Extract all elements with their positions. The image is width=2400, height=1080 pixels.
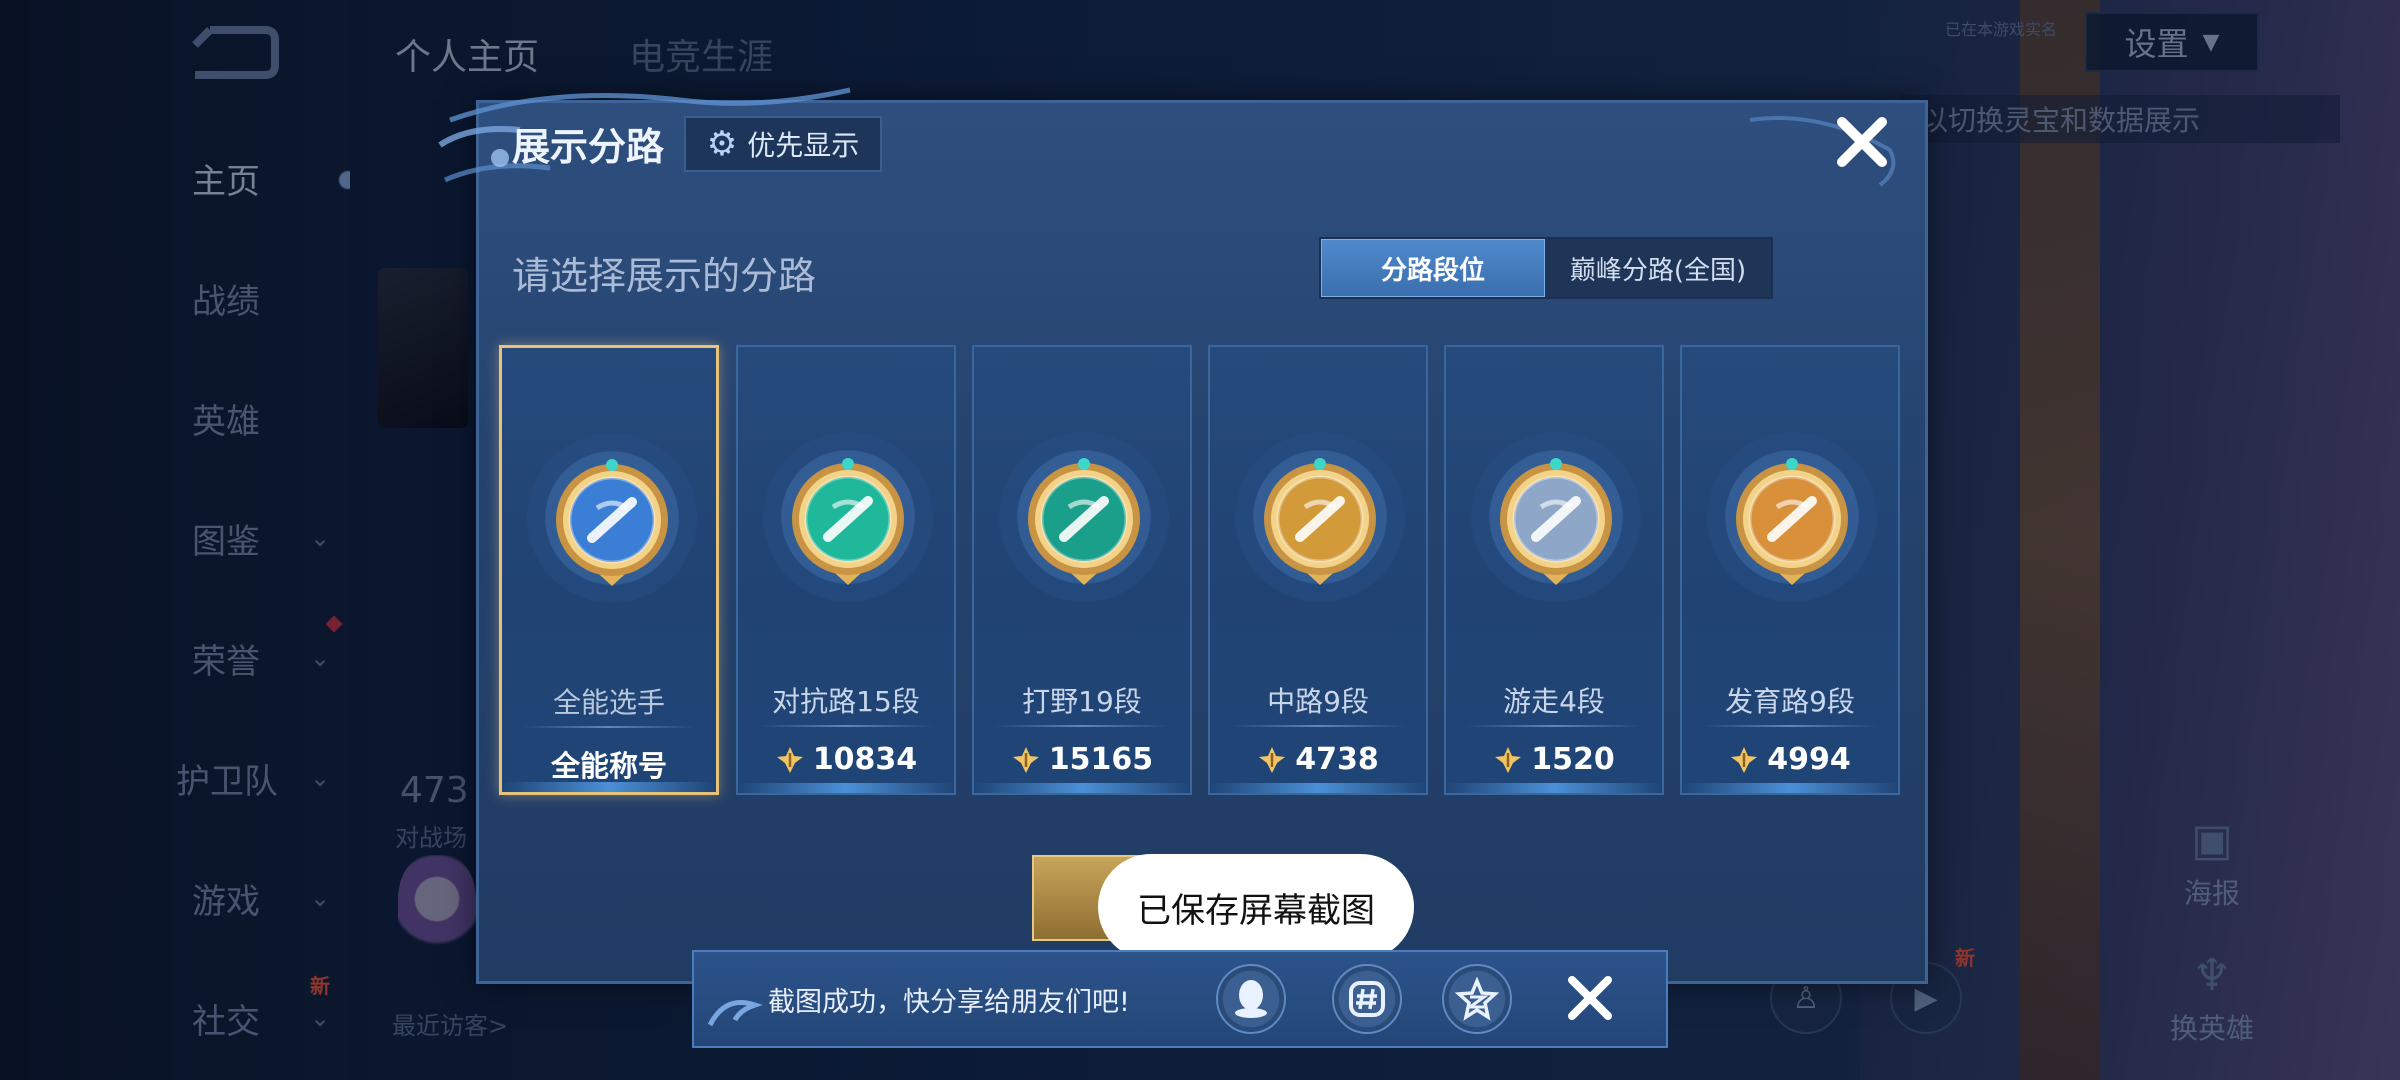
gear-icon: ⚙ [706,124,738,164]
modal-title: 展示分路 [512,125,665,169]
moments-share-button[interactable] [1332,964,1402,1034]
qq-icon [1235,980,1267,1018]
close-button[interactable] [1830,110,1894,174]
lane-name: 游走4段 [1503,685,1605,718]
lane-name: 打野19段 [1022,685,1142,718]
card-glow [974,783,1190,793]
lane-score: 1520 [1446,742,1662,777]
qzone-share-button[interactable] [1442,964,1512,1034]
lane-score-value: 4738 [1295,742,1379,777]
farm-lane-icon [1736,458,1848,585]
clash-lane-icon [792,458,904,585]
lane-score: 10834 [738,742,954,777]
card-separator [1702,725,1878,727]
power-flame-icon [776,746,803,773]
card-glow [738,783,954,793]
share-swirl-decoration [707,1000,763,1027]
power-flame-icon [1495,746,1522,773]
lane-name: 对抗路15段 [772,685,920,718]
wechat-moments-icon [1349,981,1385,1017]
lane-score-value: 4994 [1767,742,1851,777]
card-separator [1466,725,1642,727]
card-separator [994,725,1170,727]
lane-name: 发育路9段 [1725,685,1855,718]
power-flame-icon [1731,746,1758,773]
card-glow [1446,783,1662,793]
qzone-icon [1455,977,1499,1021]
lane-name: 中路9段 [1267,685,1369,718]
lane-mode-toggle: 分路段位 巅峰分路(全国) [1319,237,1773,299]
select-prompt: 请选择展示的分路 [512,254,817,298]
lane-score: 4994 [1682,742,1898,777]
lane-name: 全能选手 [552,686,665,719]
screenshot-saved-toast: 已保存屏幕截图 [1098,854,1414,960]
lane-card[interactable]: 游走4段 1520 [1444,345,1664,795]
mid-lane-icon [1264,458,1376,585]
lane-card[interactable]: 发育路9段 4994 [1680,345,1900,795]
share-close-button[interactable] [1560,968,1620,1028]
close-icon [1568,976,1612,1020]
lane-card[interactable]: 对抗路15段 10834 [736,345,956,795]
lane-score-value: 1520 [1531,742,1615,777]
card-separator [1230,725,1406,727]
lane-score-value: 10834 [812,742,918,777]
roam-icon [1500,458,1612,585]
lane-card[interactable]: 打野19段 15165 [972,345,1192,795]
lane-card[interactable]: 全能选手 全能称号 [499,345,719,795]
power-flame-icon [1012,746,1039,773]
card-separator [522,726,696,728]
share-text: 截图成功，快分享给朋友们吧! [768,987,1130,1018]
toggle-peak-lane[interactable]: 巅峰分路(全国) [1545,239,1771,297]
qq-share-button[interactable] [1216,964,1286,1034]
card-glow [1682,783,1898,793]
lane-score: 4738 [1210,742,1426,777]
lane-score: 15165 [974,742,1190,777]
priority-display-button[interactable]: ⚙ 优先显示 [684,116,882,172]
lane-card[interactable]: 中路9段 4738 [1208,345,1428,795]
card-separator [758,725,934,727]
all-round-icon [556,459,668,586]
lane-score: 全能称号 [502,743,716,785]
power-flame-icon [1259,746,1286,773]
jungle-icon [1028,458,1140,585]
lane-score-value: 15165 [1048,742,1154,777]
close-icon [1837,117,1887,167]
toggle-lane-rank[interactable]: 分路段位 [1321,239,1545,297]
lane-score-value: 全能称号 [550,749,667,783]
priority-display-label: 优先显示 [747,129,860,162]
card-glow [1210,783,1426,793]
